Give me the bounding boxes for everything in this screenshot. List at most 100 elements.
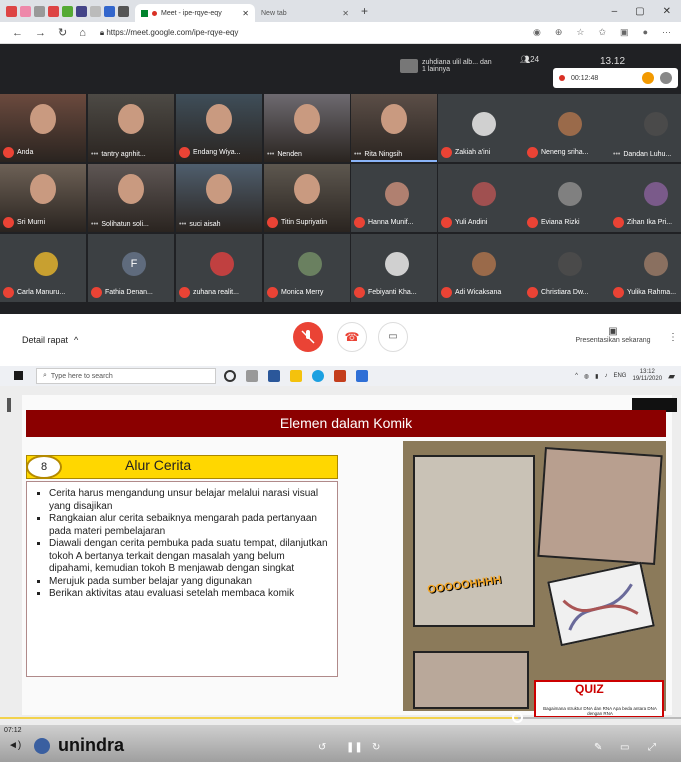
volume-icon[interactable]: ◄) (8, 740, 21, 751)
doc-icon[interactable] (34, 5, 45, 17)
forward-icon[interactable]: → (35, 27, 46, 39)
participant-tile[interactable]: Zihan Ika Pri... (610, 164, 681, 232)
battery-icon[interactable]: ▮ (595, 373, 598, 380)
participant-avatar (298, 252, 322, 276)
rewind-icon[interactable]: ↺ (318, 742, 326, 753)
mic-off-button[interactable] (293, 322, 323, 352)
slide-title: Elemen dalam Komik (26, 410, 666, 437)
collections-icon[interactable]: ▣ (620, 27, 629, 38)
app-icon[interactable] (90, 5, 101, 17)
participant-tile[interactable]: ••• Dandan Luhu... (610, 94, 681, 162)
hangup-icon: ☎︎ (344, 330, 360, 344)
participant-tile[interactable]: Adi Wicaksana (438, 234, 524, 302)
forward-icon[interactable]: ↻ (372, 742, 380, 753)
stop-recording-button[interactable] (642, 72, 654, 84)
language-indicator[interactable]: ENG (613, 373, 626, 379)
classroom-icon[interactable] (62, 5, 73, 17)
tray-chevron-icon[interactable]: ^ (575, 373, 578, 379)
app-icon[interactable] (20, 5, 31, 17)
participant-tile[interactable]: Febiyanti Kha... (351, 234, 437, 302)
participant-tile[interactable]: Neneng sriha... (524, 94, 610, 162)
app-icon[interactable] (118, 5, 129, 17)
more-options-icon[interactable]: ⋮ (668, 332, 678, 343)
chevron-up-icon: ^ (74, 335, 79, 345)
profile-icon[interactable]: ● (643, 27, 648, 38)
fullscreen-icon[interactable]: ⤢ (648, 742, 656, 753)
app-icon[interactable] (104, 5, 115, 17)
participant-tile[interactable]: Yuli Andini (438, 164, 524, 232)
powerpoint-icon[interactable] (334, 370, 346, 382)
participant-tile[interactable]: ••• suci aisah (176, 164, 262, 232)
participant-tile[interactable]: Anda (0, 94, 86, 162)
participant-tile[interactable]: Monica Merry (264, 234, 350, 302)
participant-tile[interactable]: Eviana Rizki (524, 164, 610, 232)
speaking-indicator-icon: ••• (613, 151, 621, 158)
taskbar-search-field[interactable]: ⌕ Type here to search (36, 368, 216, 384)
cortana-icon[interactable] (224, 370, 236, 382)
network-icon[interactable]: ◍ (584, 373, 589, 380)
task-view-icon[interactable] (246, 370, 258, 382)
participant-label: Yuli Andini (441, 217, 487, 228)
meeting-details-button[interactable]: Detail rapat ^ (22, 335, 78, 345)
url-field[interactable]: 🔒︎ https://meet.google.com/ipe-rqye-eqy (100, 28, 533, 38)
maximize-button[interactable]: ▢ (635, 6, 644, 17)
camera-button[interactable]: ▭ (378, 322, 408, 352)
close-tab-icon[interactable]: ✕ (342, 9, 349, 18)
app-icon[interactable] (356, 370, 368, 382)
participant-tile[interactable]: Carla Manuru... (0, 234, 86, 302)
video-progress-fill (0, 717, 518, 719)
word-icon[interactable] (268, 370, 280, 382)
mic-toggle-icon[interactable] (660, 72, 672, 84)
windows-start-icon[interactable] (14, 371, 23, 380)
participant-tile[interactable]: ••• Solihatun soli... (88, 164, 174, 232)
edge-icon[interactable] (312, 370, 324, 382)
pen-icon[interactable]: ✎ (594, 742, 602, 753)
participant-video (294, 104, 320, 134)
participant-count[interactable]: 👥︎24 (520, 55, 539, 64)
app-icon[interactable] (76, 5, 87, 17)
participant-tile[interactable]: Zakiah a'ini (438, 94, 524, 162)
back-icon[interactable]: ← (12, 27, 23, 39)
minimize-button[interactable]: – (612, 6, 618, 17)
present-now-button[interactable]: ▣ Presentasikan sekarang (568, 326, 658, 344)
taskbar-clock[interactable]: 13:12 19/11/2020 (632, 369, 662, 383)
participant-avatar (472, 182, 496, 206)
menu-icon[interactable]: ⋯ (662, 27, 671, 38)
participant-tile[interactable]: ••• Rita Ningsih (351, 94, 437, 162)
presenter-chip[interactable]: zuhdiana ulil alb... dan 1 lainnya (400, 50, 510, 82)
tab-new[interactable]: New tab ✕ (255, 4, 355, 22)
favorites-bar-icon[interactable]: ✩ (599, 27, 607, 38)
zoom-icon[interactable]: ⊕ (555, 27, 563, 38)
video-scrub-handle[interactable] (511, 712, 523, 723)
tab-meet[interactable]: Meet - ipe-rqye-eqy ✕ (135, 4, 255, 22)
participant-tile[interactable]: Hanna Munif... (351, 164, 437, 232)
participant-tile[interactable]: Yulika Rahma... (610, 234, 681, 302)
close-button[interactable]: ✕ (663, 6, 671, 17)
gmail-icon[interactable] (48, 5, 59, 17)
home-icon[interactable]: ⌂ (79, 27, 86, 39)
participant-tile[interactable]: Christiara Dw... (524, 234, 610, 302)
favorite-icon[interactable]: ☆ (576, 27, 584, 38)
participant-label: Neneng sriha... (527, 147, 588, 158)
gmail-icon[interactable] (6, 5, 17, 17)
participant-tile[interactable]: F Fathia Denan... (88, 234, 174, 302)
participant-label: Anda (3, 147, 33, 158)
file-explorer-icon[interactable] (290, 370, 302, 382)
participant-tile[interactable]: ••• tantry agnhit... (88, 94, 174, 162)
participant-tile[interactable]: Sri Murni (0, 164, 86, 232)
participant-name: Rita Ningsih (364, 151, 403, 158)
volume-icon[interactable]: ♪ (604, 373, 607, 379)
quiz-title: QUIZ (575, 682, 604, 696)
camera-permission-icon[interactable]: ◉ (533, 27, 541, 38)
participant-tile[interactable]: Titin Supriyatin (264, 164, 350, 232)
pause-icon[interactable]: ❚❚ (346, 742, 363, 753)
notifications-icon[interactable]: ▰ (668, 371, 675, 382)
participant-tile[interactable]: Endang Wiya... (176, 94, 262, 162)
reload-icon[interactable]: ↻ (58, 26, 67, 39)
captions-icon[interactable]: ▭ (620, 742, 629, 753)
leave-call-button[interactable]: ☎︎ (337, 322, 367, 352)
participant-tile[interactable]: ••• Nenden (264, 94, 350, 162)
close-tab-icon[interactable]: ✕ (242, 9, 249, 18)
new-tab-button[interactable]: + (361, 4, 368, 18)
participant-tile[interactable]: zuhana realit... (176, 234, 262, 302)
